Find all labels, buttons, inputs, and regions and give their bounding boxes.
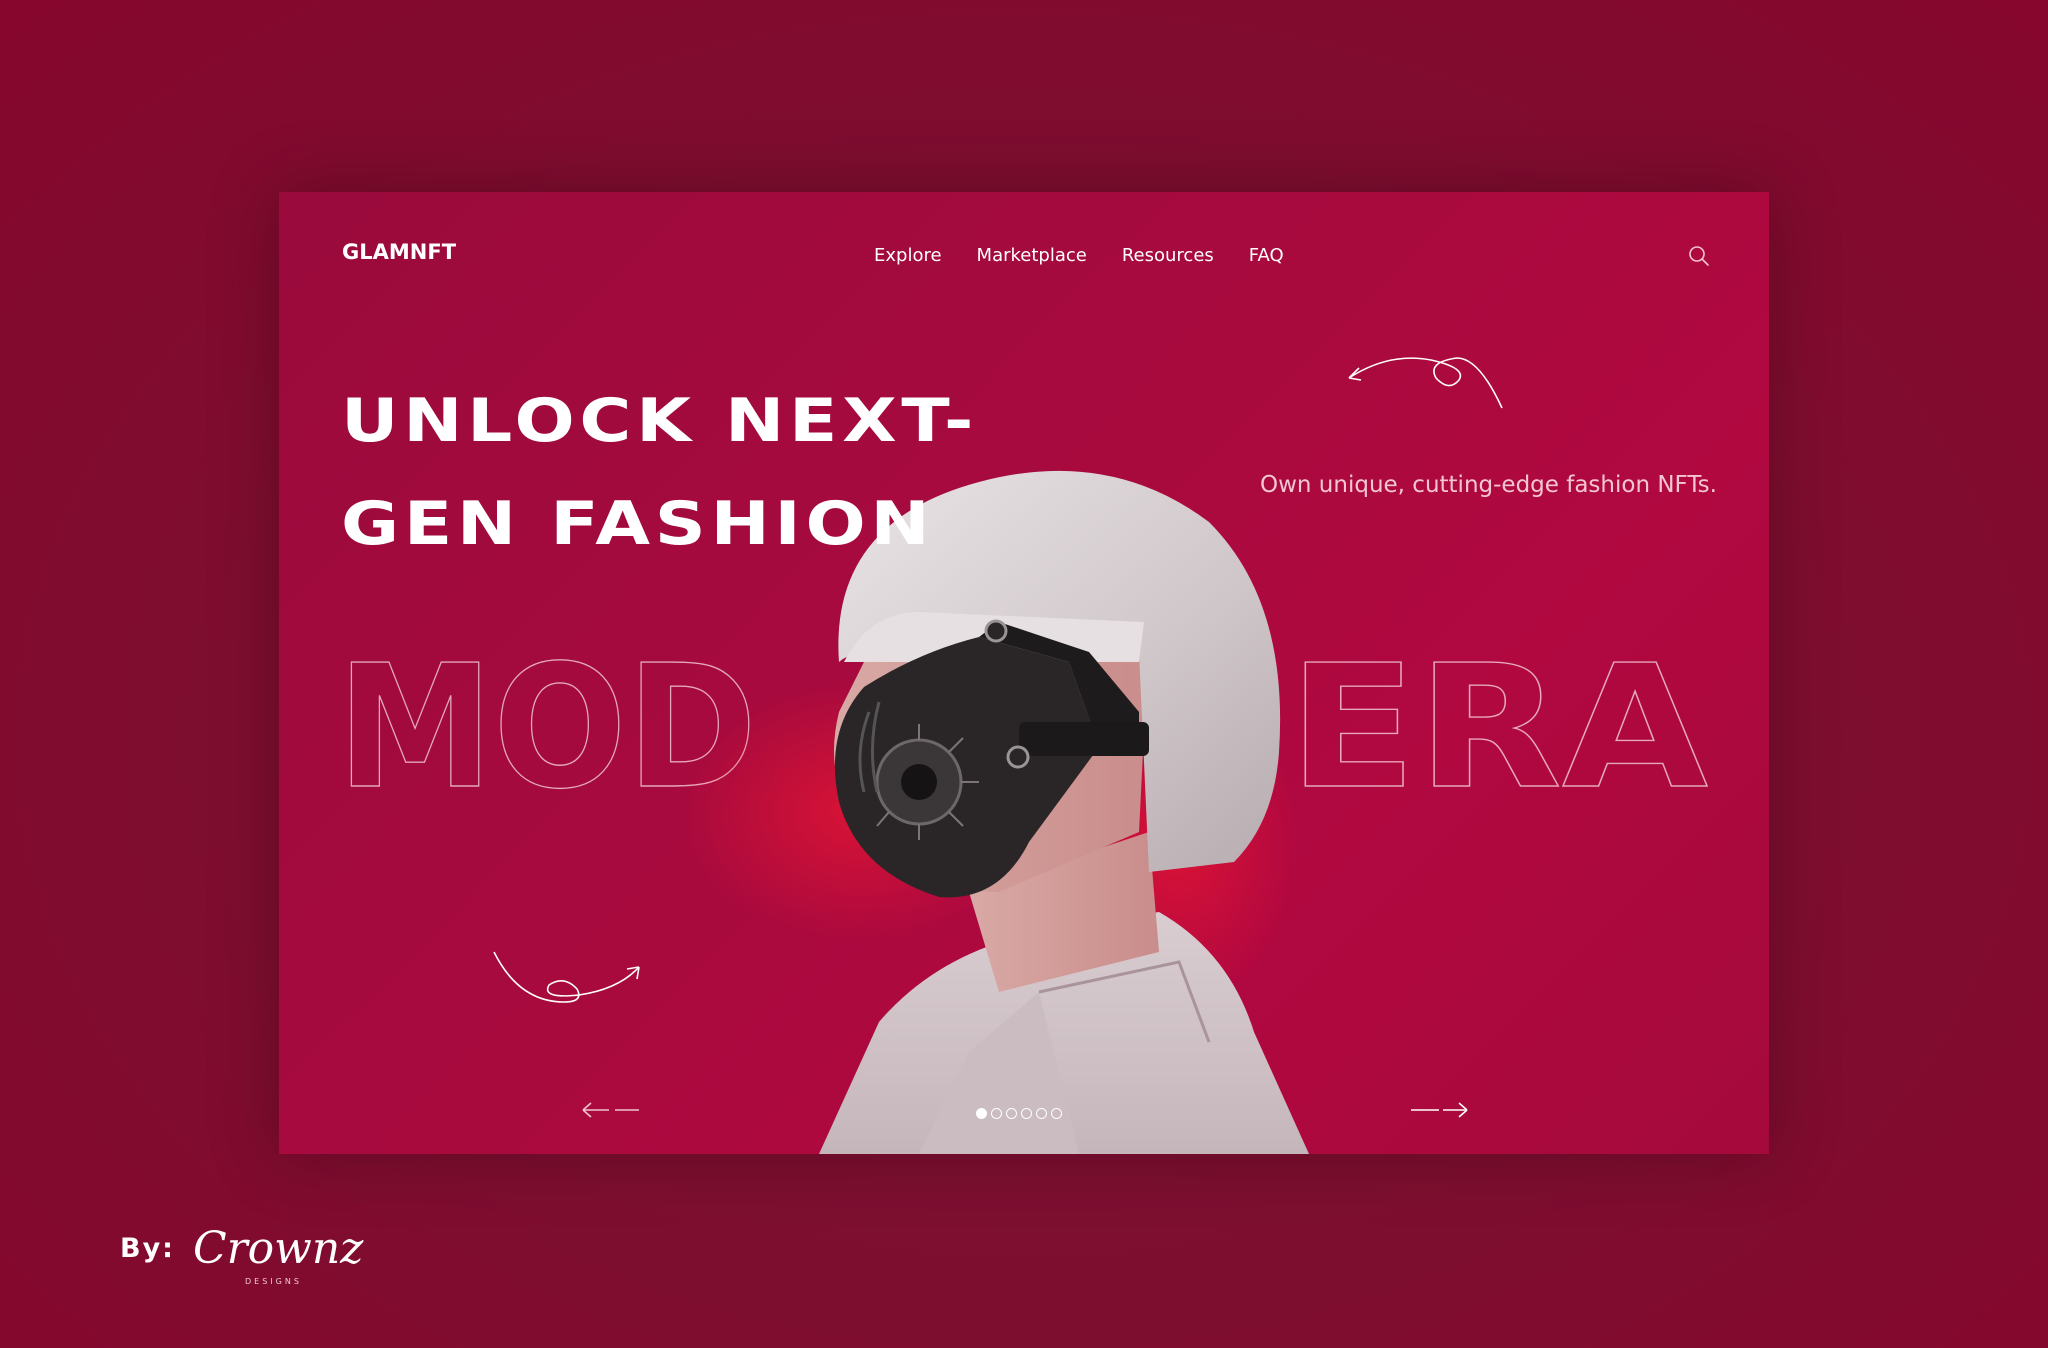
nav-explore[interactable]: Explore (874, 245, 942, 266)
main-nav: Explore Marketplace Resources FAQ (874, 245, 1284, 266)
swirl-arrow-bottom-icon (493, 951, 640, 1003)
nav-faq[interactable]: FAQ (1249, 245, 1284, 266)
nav-resources[interactable]: Resources (1122, 245, 1214, 266)
headline-line-2: GEN FASHION (341, 489, 935, 559)
carousel-dot[interactable] (976, 1108, 987, 1119)
carousel-dot[interactable] (1006, 1108, 1017, 1119)
carousel-dot[interactable] (1021, 1108, 1032, 1119)
hero-headline: UNLOCK NEXT- GEN FASHION (341, 370, 978, 576)
next-arrow-icon[interactable] (1409, 1097, 1471, 1123)
headline-line-1: UNLOCK NEXT- (341, 386, 979, 456)
search-icon[interactable] (1687, 244, 1711, 268)
designer-credit: By: Crownz DESIGNS (120, 1223, 364, 1286)
hero-tagline: Own unique, cutting-edge fashion NFTs. (1260, 472, 1717, 498)
brand-logo[interactable]: GLAMNFT (342, 240, 456, 264)
credit-signature-text: Crownz (192, 1223, 364, 1274)
credit-signature: Crownz DESIGNS (192, 1223, 364, 1286)
credit-by-label: By: (120, 1233, 175, 1264)
carousel-dots (976, 1108, 1062, 1119)
nav-marketplace[interactable]: Marketplace (977, 245, 1087, 266)
carousel-dot[interactable] (1051, 1108, 1062, 1119)
swirl-arrow-top-icon (1348, 357, 1503, 409)
carousel-dot[interactable] (1036, 1108, 1047, 1119)
hero-frame: MOD ERA GLAMNFT Explore Marketplace Reso… (279, 192, 1769, 1154)
prev-arrow-icon[interactable] (579, 1097, 641, 1123)
credit-signature-sub: DESIGNS (244, 1277, 302, 1286)
carousel-dot[interactable] (991, 1108, 1002, 1119)
